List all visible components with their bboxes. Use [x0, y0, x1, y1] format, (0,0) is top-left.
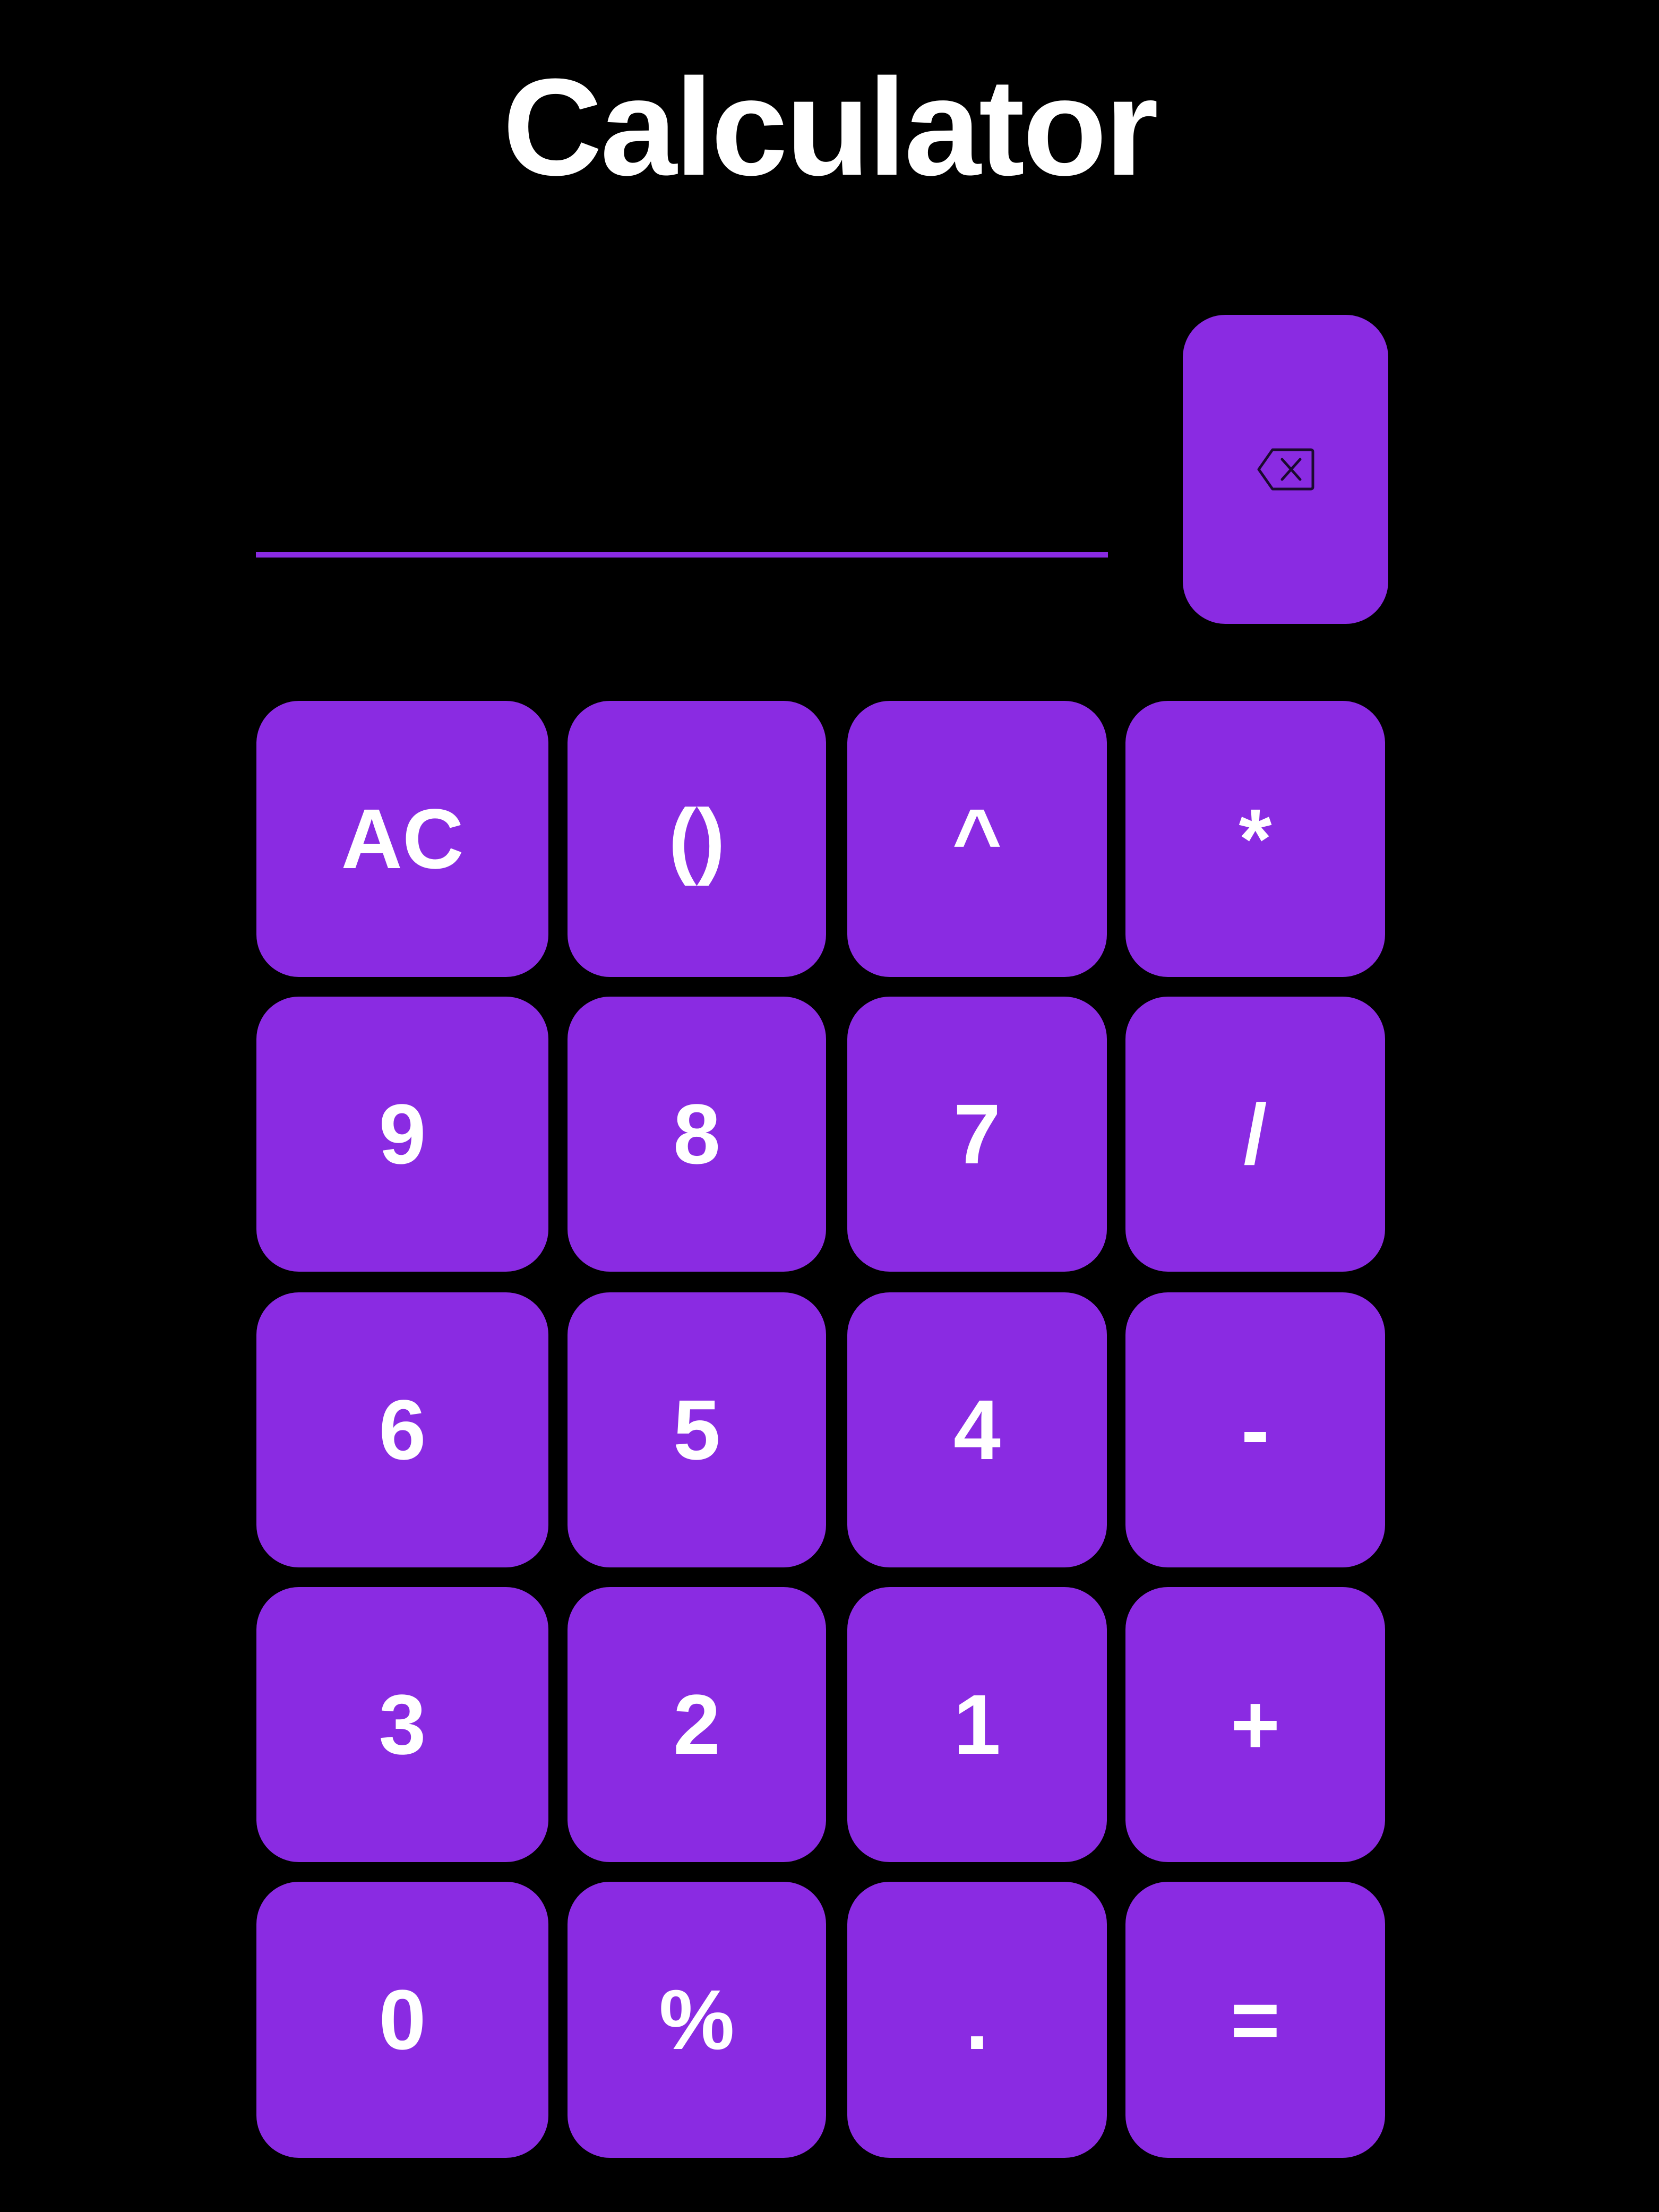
decimal-point-button[interactable]: .	[847, 1882, 1107, 2158]
percent-button[interactable]: %	[568, 1882, 826, 2158]
digit-4-button[interactable]: 4	[847, 1292, 1107, 1567]
digit-5-button[interactable]: 5	[568, 1292, 826, 1567]
digit-8-button[interactable]: 8	[568, 997, 826, 1272]
add-button[interactable]: +	[1125, 1587, 1385, 1862]
digit-3-button[interactable]: 3	[256, 1587, 548, 1862]
page-title: Calculator	[502, 50, 1158, 204]
backspace-icon	[1257, 448, 1314, 491]
multiply-button[interactable]: *	[1125, 701, 1385, 977]
equals-button[interactable]: =	[1125, 1882, 1385, 2158]
digit-1-button[interactable]: 1	[847, 1587, 1107, 1862]
digit-2-button[interactable]: 2	[568, 1587, 826, 1862]
digit-7-button[interactable]: 7	[847, 997, 1107, 1272]
power-button[interactable]: ^	[847, 701, 1107, 977]
backspace-button[interactable]	[1183, 315, 1388, 624]
digit-0-button[interactable]: 0	[256, 1882, 548, 2158]
digit-6-button[interactable]: 6	[256, 1292, 548, 1567]
clear-all-button[interactable]: AC	[256, 701, 548, 977]
digit-9-button[interactable]: 9	[256, 997, 548, 1272]
expression-display[interactable]	[256, 345, 1108, 558]
parentheses-button[interactable]: ()	[568, 701, 826, 977]
subtract-button[interactable]: -	[1125, 1292, 1385, 1567]
divide-button[interactable]: /	[1125, 997, 1385, 1272]
